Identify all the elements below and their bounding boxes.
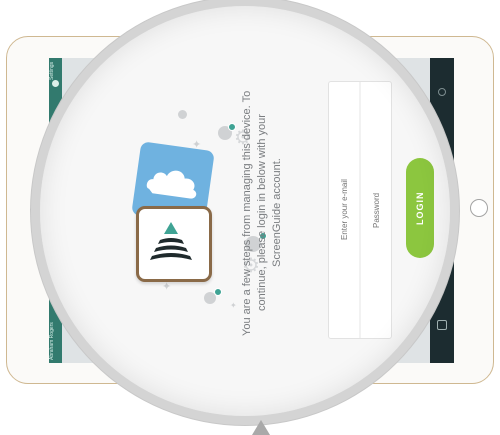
deco-bubble <box>178 110 187 119</box>
screenguide-app-icon <box>136 206 212 282</box>
password-field[interactable] <box>359 82 391 338</box>
login-button[interactable]: LOGIN <box>406 158 434 258</box>
home-button[interactable] <box>470 199 488 217</box>
intro-message: You are a few steps from managing this d… <box>241 90 283 336</box>
grid-icon[interactable] <box>437 320 447 330</box>
magnifier-pointer <box>252 420 270 435</box>
magnifier-lens: ⚙ ✦ ⚙ ✦ ⚙ ✦ ✦ You are a few steps from m… <box>40 6 450 416</box>
menu-icon[interactable] <box>438 88 446 96</box>
login-form <box>328 81 392 339</box>
teal-dot-icon <box>214 288 222 296</box>
settings-gear-icon[interactable] <box>52 80 59 87</box>
app-logo-icon <box>150 222 192 260</box>
sparkle-icon: ✦ <box>162 281 172 293</box>
email-field[interactable] <box>329 82 360 338</box>
sparkle-icon: ✦ <box>230 301 237 310</box>
cloud-icon <box>146 170 197 199</box>
